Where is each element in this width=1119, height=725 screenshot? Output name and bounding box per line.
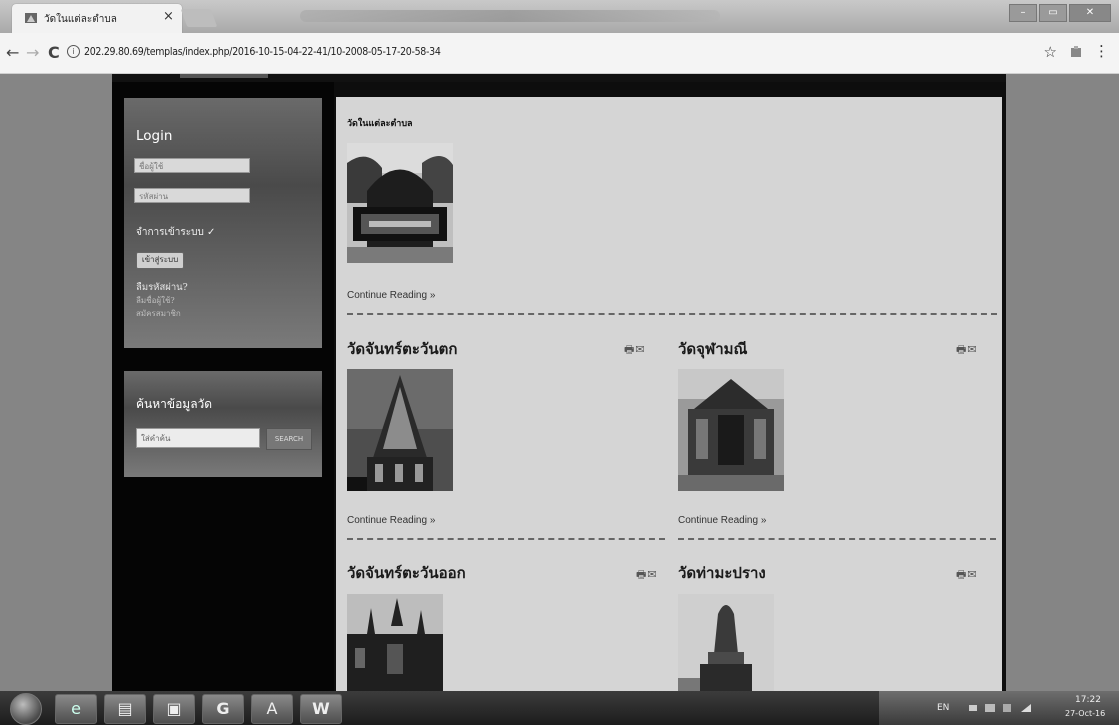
article-title[interactable]: วัดท่ามะปราง bbox=[678, 561, 766, 585]
forgot-username-link[interactable]: ลืมชื่อผู้ใช้? bbox=[136, 294, 175, 307]
article-image bbox=[347, 594, 443, 691]
print-email-icon[interactable]: 🖶✉ bbox=[956, 341, 978, 360]
remember-me-checkbox[interactable]: จำการเข้าระบบ ✓ bbox=[136, 225, 215, 240]
media-player-icon[interactable]: ▣ bbox=[153, 694, 195, 724]
article-separator bbox=[678, 538, 996, 540]
clock-time[interactable]: 17:22 bbox=[1075, 695, 1101, 705]
article-image bbox=[678, 369, 784, 491]
print-email-icon[interactable]: 🖶✉ bbox=[956, 566, 978, 585]
tab-close-icon[interactable]: × bbox=[163, 9, 174, 24]
site-info-icon[interactable]: i bbox=[67, 45, 80, 58]
system-tray: EN 17:22 27-Oct-16 bbox=[879, 691, 1119, 725]
top-menu-active-item[interactable] bbox=[180, 74, 268, 78]
article-image bbox=[347, 369, 453, 491]
internet-explorer-icon[interactable]: e bbox=[55, 694, 97, 724]
forgot-password-link[interactable]: ลืมรหัสผ่าน? bbox=[136, 280, 188, 295]
forward-icon[interactable]: → bbox=[26, 43, 39, 62]
back-icon[interactable]: ← bbox=[6, 43, 19, 62]
file-explorer-icon[interactable]: ▤ bbox=[104, 694, 146, 724]
chrome-icon[interactable]: G bbox=[202, 694, 244, 724]
clock-date[interactable]: 27-Oct-16 bbox=[1065, 709, 1105, 718]
search-title: ค้นหาข้อมูลวัด bbox=[136, 397, 213, 411]
page-favicon-icon bbox=[25, 13, 37, 23]
tray-icons[interactable] bbox=[969, 702, 1039, 714]
username-field[interactable]: ชื่อผู้ใช้ bbox=[134, 158, 250, 173]
article-separator bbox=[347, 313, 997, 315]
bookmark-star-icon[interactable]: ☆ bbox=[1044, 43, 1057, 61]
new-tab-button[interactable] bbox=[180, 9, 218, 27]
article-separator bbox=[347, 538, 665, 540]
close-window-button[interactable]: ✕ bbox=[1069, 4, 1111, 22]
print-email-icon[interactable]: 🖶✉ bbox=[624, 341, 646, 360]
article-image bbox=[678, 594, 774, 691]
maximize-button[interactable]: ▭ bbox=[1039, 4, 1067, 22]
password-field[interactable]: รหัสผ่าน bbox=[134, 188, 250, 203]
windows-taskbar: e ▤ ▣ G A W EN 17:22 27-Oct-16 bbox=[0, 691, 1119, 725]
login-title: Login bbox=[136, 128, 173, 144]
start-button[interactable] bbox=[10, 693, 42, 725]
url-input[interactable]: 202.29.80.69/templas/index.php/2016-10-1… bbox=[84, 46, 441, 58]
continue-reading-link[interactable]: Continue Reading » bbox=[347, 290, 435, 301]
login-button[interactable]: เข้าสู่ระบบ bbox=[136, 252, 184, 269]
browser-tab-bar: วัดในแต่ละตำบล × – ▭ ✕ bbox=[0, 0, 1119, 33]
article-title[interactable]: วัดจันทร์ตะวันออก bbox=[347, 561, 466, 585]
article-title[interactable]: วัดจันทร์ตะวันตก bbox=[347, 337, 457, 361]
photo-app-icon[interactable]: A bbox=[251, 694, 293, 724]
reload-icon[interactable]: C bbox=[48, 43, 60, 62]
language-indicator[interactable]: EN bbox=[937, 703, 949, 713]
extension-icon[interactable] bbox=[1069, 45, 1083, 59]
address-bar: ← → C i 202.29.80.69/templas/index.php/2… bbox=[0, 33, 1119, 74]
tab-title: วัดในแต่ละตำบล bbox=[44, 14, 117, 25]
section-title: วัดในแต่ละตำบล bbox=[347, 119, 413, 129]
main-content: วัดในแต่ละตำบล Continue Reading » วัดจัน… bbox=[336, 97, 1002, 691]
search-input[interactable]: ใส่คำค้น bbox=[136, 428, 260, 448]
browser-menu-icon[interactable]: ⋮ bbox=[1094, 42, 1109, 60]
window-controls: – ▭ ✕ bbox=[1009, 4, 1111, 22]
login-module: Login ชื่อผู้ใช้ รหัสผ่าน จำการเข้าระบบ … bbox=[124, 98, 322, 348]
register-link[interactable]: สมัครสมาชิก bbox=[136, 307, 181, 320]
search-module: ค้นหาข้อมูลวัด ใส่คำค้น SEARCH bbox=[124, 371, 322, 477]
continue-reading-link[interactable]: Continue Reading » bbox=[347, 515, 435, 526]
browser-tab[interactable]: วัดในแต่ละตำบล × bbox=[12, 4, 182, 33]
window-caption-area bbox=[300, 10, 720, 22]
print-email-icon[interactable]: 🖶✉ bbox=[636, 566, 658, 585]
word-icon[interactable]: W bbox=[300, 694, 342, 724]
continue-reading-link[interactable]: Continue Reading » bbox=[678, 515, 766, 526]
search-button[interactable]: SEARCH bbox=[266, 428, 312, 450]
article-title[interactable]: วัดจุฬามณี bbox=[678, 337, 747, 361]
minimize-button[interactable]: – bbox=[1009, 4, 1037, 22]
section-image bbox=[347, 143, 453, 263]
